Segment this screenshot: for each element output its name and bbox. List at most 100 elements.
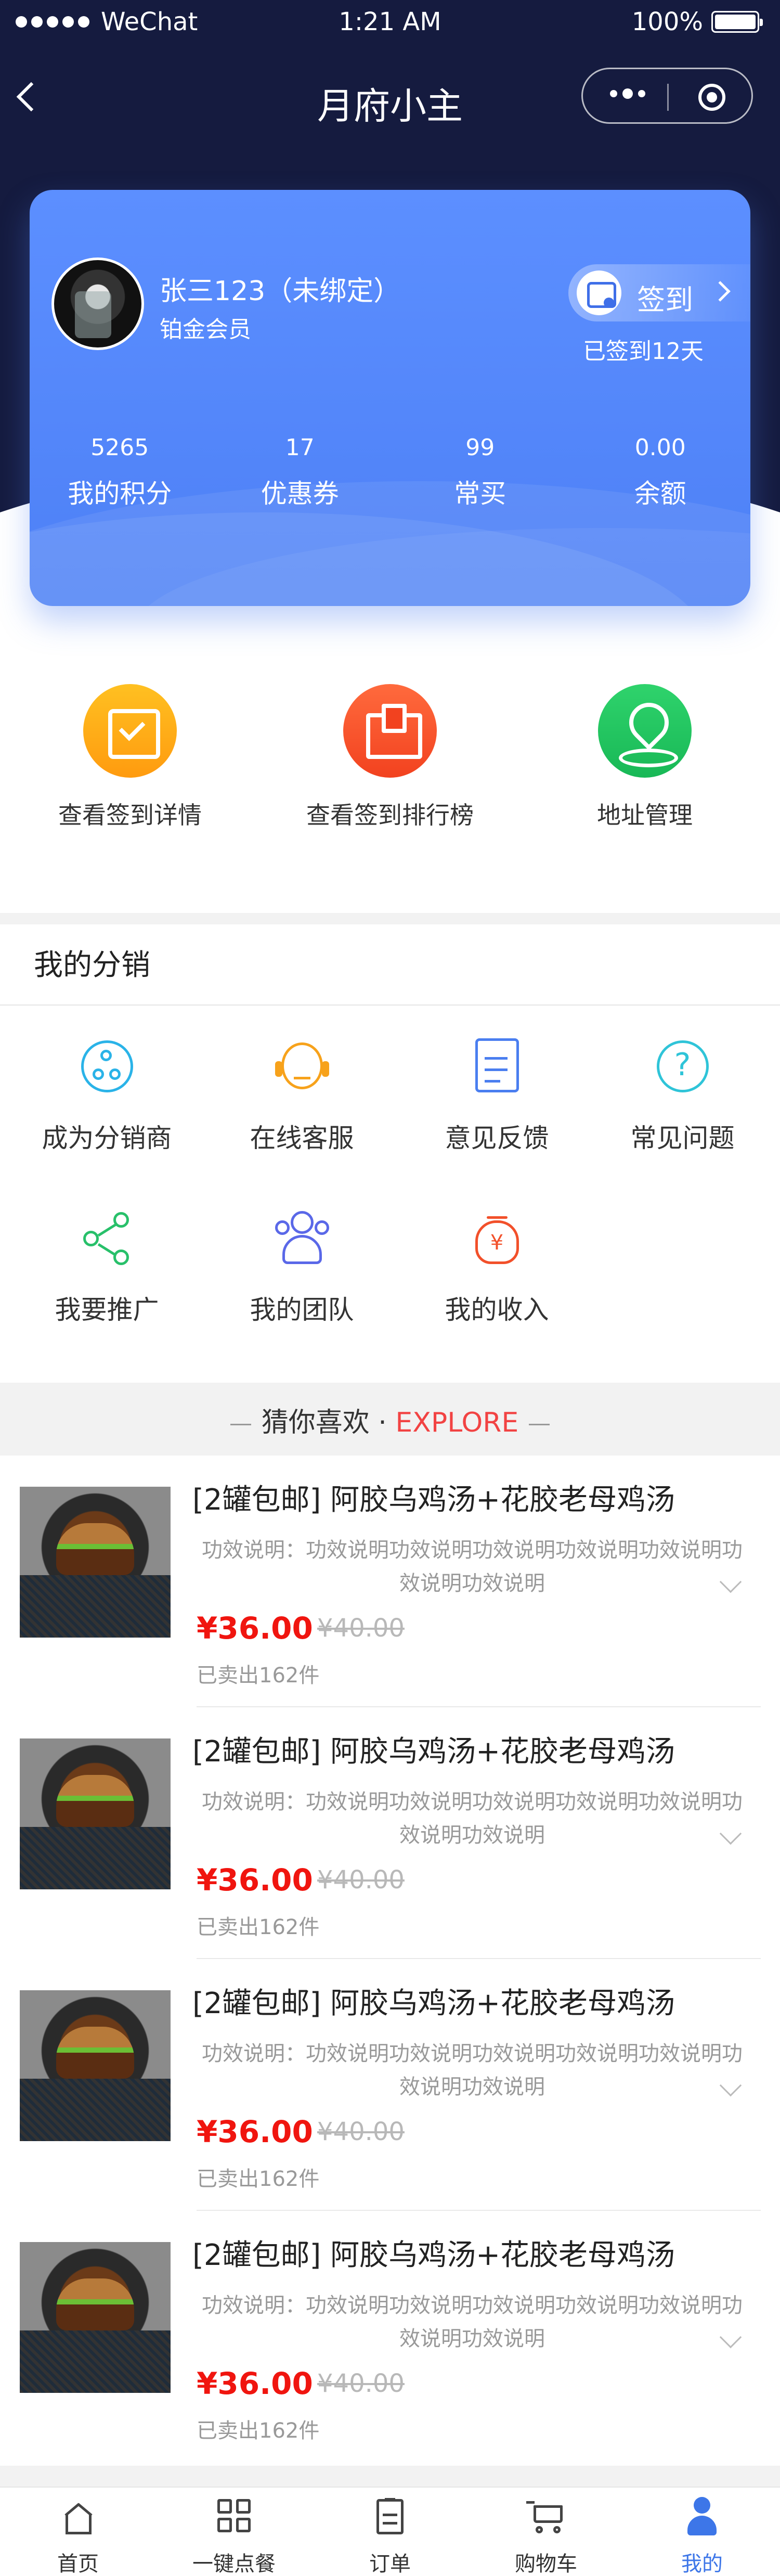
tab-home[interactable]: 首页 bbox=[0, 2488, 156, 2576]
podium-icon bbox=[343, 684, 437, 778]
product-item[interactable]: [2罐包邮] 阿胶乌鸡汤+花胶老母鸡汤 功效说明：功效说明功效说明功效说明功效说… bbox=[0, 2211, 780, 2463]
stat-frequent[interactable]: 99 常买 bbox=[390, 434, 570, 510]
grid-item-label: 我要推广 bbox=[55, 1295, 159, 1325]
product-price: ¥36.00 bbox=[197, 1862, 313, 1898]
share-icon bbox=[76, 1207, 138, 1269]
calendar-check-icon bbox=[83, 684, 177, 778]
tab-order-food[interactable]: 一键点餐 bbox=[156, 2488, 312, 2576]
product-title[interactable]: [2罐包邮] 阿胶乌鸡汤+花胶老母鸡汤 bbox=[192, 1980, 675, 2022]
close-target-icon[interactable] bbox=[698, 84, 725, 111]
product-title[interactable]: [2罐包邮] 阿胶乌鸡汤+花胶老母鸡汤 bbox=[192, 1476, 675, 1518]
tab-orders[interactable]: 订单 bbox=[312, 2488, 468, 2576]
capsule-divider bbox=[667, 84, 669, 111]
stat-coupons[interactable]: 17 优惠券 bbox=[210, 434, 391, 510]
grid-item-team[interactable]: 我的团队 bbox=[204, 1207, 399, 1326]
stat-value: 99 bbox=[465, 434, 495, 461]
explore-dot: · bbox=[378, 1407, 387, 1438]
grid-item-faq[interactable]: ? 常见问题 bbox=[585, 1035, 780, 1155]
stat-value: 5265 bbox=[90, 434, 149, 461]
shortcut-label: 地址管理 bbox=[597, 801, 693, 829]
dash-right bbox=[529, 1423, 550, 1425]
explore-en: EXPLORE bbox=[395, 1407, 519, 1438]
tab-label: 购物车 bbox=[515, 2552, 577, 2576]
team-icon bbox=[271, 1207, 333, 1269]
product-image[interactable] bbox=[20, 2242, 171, 2393]
location-pin-icon bbox=[598, 684, 692, 778]
profile-page: WeChat 1:21 AM 100% 月府小主 张三123（未绑定） 铂金会员… bbox=[0, 0, 780, 2576]
product-desc: 功效说明：功效说明功效说明功效说明功效说明功效说明功效说明功效说明 bbox=[202, 2294, 743, 2351]
clipboard-icon bbox=[368, 2494, 412, 2538]
shortcut-label: 查看签到详情 bbox=[58, 801, 202, 829]
stat-label: 余额 bbox=[634, 479, 686, 509]
network-icon bbox=[76, 1035, 138, 1098]
product-sold: 已卖出162件 bbox=[197, 2167, 320, 2191]
shortcut-checkin-detail[interactable]: 查看签到详情 bbox=[10, 684, 250, 831]
nav-bar: 月府小主 bbox=[0, 68, 780, 130]
product-sold: 已卖出162件 bbox=[197, 1664, 320, 1688]
stat-value: 17 bbox=[285, 434, 315, 461]
tab-label: 订单 bbox=[369, 2552, 411, 2576]
grid-item-feedback[interactable]: 意见反馈 bbox=[399, 1035, 594, 1155]
product-item[interactable]: [2罐包邮] 阿胶乌鸡汤+花胶老母鸡汤 功效说明：功效说明功效说明功效说明功效说… bbox=[0, 1707, 780, 1959]
tab-mine[interactable]: 我的 bbox=[624, 2488, 780, 2576]
calendar-icon bbox=[577, 271, 621, 315]
checkin-label: 签到 bbox=[637, 284, 693, 316]
product-title[interactable]: [2罐包邮] 阿胶乌鸡汤+花胶老母鸡汤 bbox=[192, 2232, 675, 2274]
product-image[interactable] bbox=[20, 1738, 171, 1889]
grid-item-label: 我的团队 bbox=[250, 1295, 354, 1325]
member-stats: 5265 我的积分 17 优惠券 99 常买 0.00 余额 bbox=[30, 434, 750, 510]
shortcut-label: 查看签到排行榜 bbox=[306, 801, 474, 829]
shortcut-address[interactable]: 地址管理 bbox=[525, 684, 764, 831]
divider bbox=[0, 1004, 780, 1006]
stat-label: 优惠券 bbox=[261, 479, 339, 509]
grid-item-label: 在线客服 bbox=[250, 1123, 354, 1153]
cart-icon bbox=[524, 2494, 568, 2538]
chevron-right-icon bbox=[710, 281, 731, 302]
checkin-status: 已签到12天 bbox=[583, 338, 704, 365]
stat-balance[interactable]: 0.00 余额 bbox=[570, 434, 751, 510]
tab-label: 一键点餐 bbox=[192, 2552, 276, 2576]
dash-left bbox=[230, 1423, 251, 1425]
stat-label: 我的积分 bbox=[68, 479, 172, 509]
feedback-icon bbox=[466, 1035, 528, 1098]
product-price: ¥36.00 bbox=[197, 2114, 313, 2149]
grid-item-label: 意见反馈 bbox=[445, 1123, 549, 1153]
grid-item-customer-service[interactable]: 在线客服 bbox=[204, 1035, 399, 1155]
grid-item-become-distributor[interactable]: 成为分销商 bbox=[9, 1035, 204, 1155]
grid-item-label: 我的收入 bbox=[445, 1295, 549, 1325]
product-old-price: ¥40.00 bbox=[317, 2369, 405, 2398]
product-sold: 已卖出162件 bbox=[197, 2419, 320, 2443]
tab-label: 我的 bbox=[681, 2552, 723, 2576]
stat-points[interactable]: 5265 我的积分 bbox=[30, 434, 210, 510]
avatar[interactable] bbox=[51, 257, 144, 350]
shortcut-row: 查看签到详情 查看签到排行榜 地址管理 bbox=[0, 684, 780, 829]
battery-icon bbox=[711, 11, 763, 33]
stat-label: 常买 bbox=[454, 479, 506, 509]
more-icon[interactable] bbox=[610, 88, 645, 99]
battery: 100% bbox=[632, 7, 763, 36]
tab-cart[interactable]: 购物车 bbox=[468, 2488, 624, 2576]
product-desc: 功效说明：功效说明功效说明功效说明功效说明功效说明功效说明功效说明 bbox=[202, 1790, 743, 1847]
grid-item-income[interactable]: ¥ 我的收入 bbox=[399, 1207, 594, 1326]
product-image[interactable] bbox=[20, 1487, 171, 1638]
explore-cn: 猜你喜欢 bbox=[261, 1407, 370, 1438]
user-name[interactable]: 张三123（未绑定） bbox=[160, 269, 400, 308]
customer-service-icon bbox=[271, 1035, 333, 1098]
income-icon: ¥ bbox=[466, 1207, 528, 1269]
tab-bar: 首页 一键点餐 订单 购物车 我的 bbox=[0, 2487, 780, 2576]
product-price: ¥36.00 bbox=[197, 1611, 313, 1646]
checkin-button[interactable]: 签到 bbox=[568, 264, 750, 321]
product-item[interactable]: [2罐包邮] 阿胶乌鸡汤+花胶老母鸡汤 功效说明：功效说明功效说明功效说明功效说… bbox=[0, 1456, 780, 1707]
product-title[interactable]: [2罐包邮] 阿胶乌鸡汤+花胶老母鸡汤 bbox=[192, 1728, 675, 1770]
product-sold: 已卖出162件 bbox=[197, 1915, 320, 1939]
user-icon bbox=[680, 2494, 724, 2538]
product-image[interactable] bbox=[20, 1990, 171, 2141]
grid-item-promote[interactable]: 我要推广 bbox=[9, 1207, 204, 1326]
shortcut-checkin-ranking[interactable]: 查看签到排行榜 bbox=[270, 684, 510, 831]
grid-item-label: 常见问题 bbox=[630, 1123, 735, 1153]
product-item[interactable]: [2罐包邮] 阿胶乌鸡汤+花胶老母鸡汤 功效说明：功效说明功效说明功效说明功效说… bbox=[0, 1959, 780, 2211]
home-icon bbox=[56, 2494, 100, 2538]
grid-item-label: 成为分销商 bbox=[42, 1123, 172, 1153]
mini-program-capsule bbox=[581, 68, 753, 124]
grid-icon bbox=[212, 2494, 256, 2538]
